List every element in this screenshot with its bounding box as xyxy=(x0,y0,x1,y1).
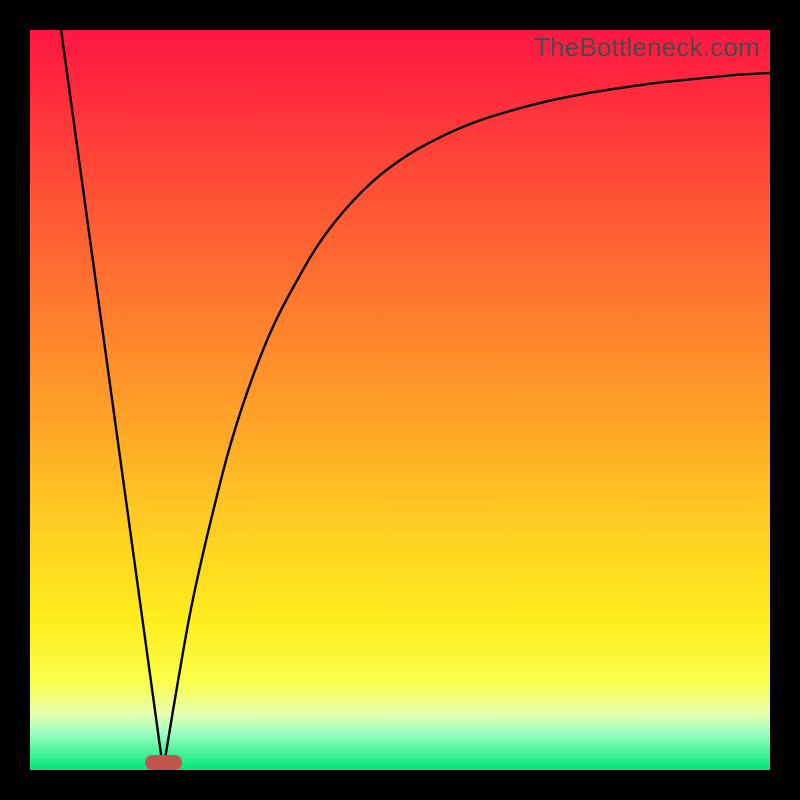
chart-frame: TheBottleneck.com xyxy=(0,0,800,800)
plot-area: TheBottleneck.com xyxy=(30,30,770,770)
curve-path xyxy=(61,30,770,770)
bottleneck-curve xyxy=(30,30,770,770)
optimum-marker xyxy=(145,755,182,770)
